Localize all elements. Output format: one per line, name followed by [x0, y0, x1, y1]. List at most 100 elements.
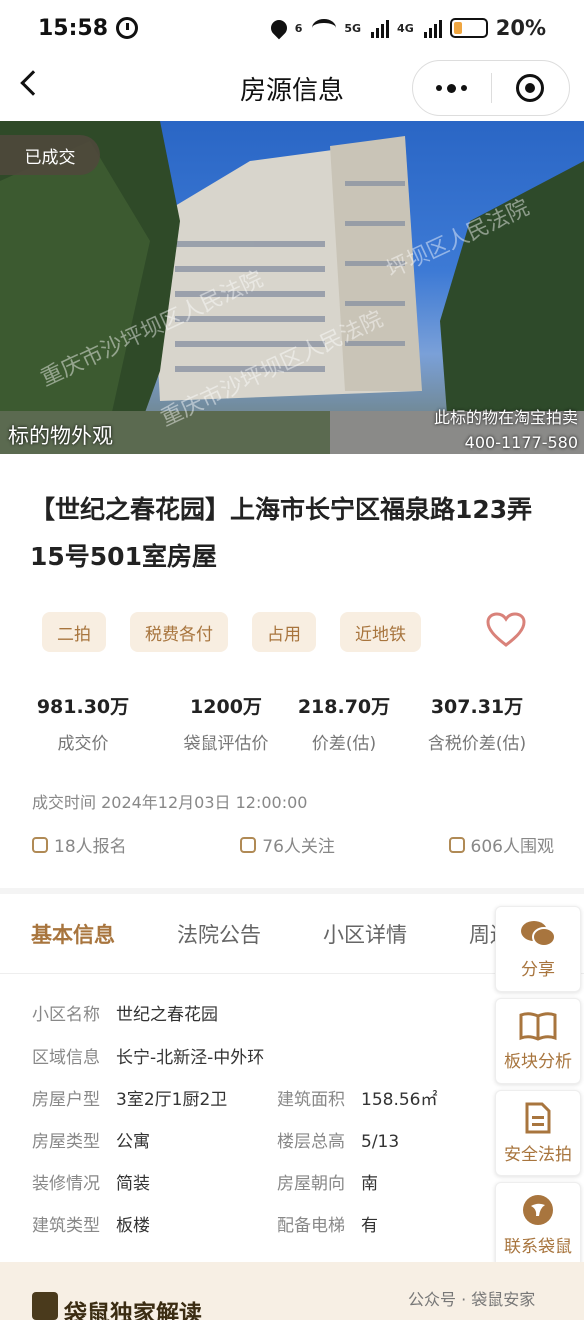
- info-label: 区域信息: [32, 1048, 100, 1068]
- status-bar: 15:58 6 5G 4G 20%: [0, 0, 584, 56]
- stat-value: 307.31万: [430, 696, 524, 718]
- network-5g-label: 5G: [344, 21, 362, 35]
- info-value: 3室2厅1厨2卫: [116, 1090, 228, 1110]
- signal-icon: [371, 18, 390, 38]
- info-row: 区域信息 长宁-北新泾-中外环: [32, 1043, 264, 1068]
- info-label: 房屋朝向: [277, 1174, 345, 1194]
- photo-phone: 400-1177-580: [464, 433, 578, 452]
- location-icon: [267, 16, 291, 40]
- info-row: 房屋户型 3室2厅1厨2卫: [32, 1085, 227, 1110]
- info-row: 装修情况 简装: [32, 1169, 150, 1194]
- vr-glasses-icon: [240, 836, 257, 853]
- more-icon[interactable]: [413, 83, 491, 93]
- contact-kangaroo-button[interactable]: 联系袋鼠: [495, 1182, 581, 1268]
- photo-caption: 标的物外观: [8, 424, 113, 448]
- info-row: 小区名称 世纪之春花园: [32, 1000, 218, 1025]
- stat-tax-diff: 307.31万 含税价差(估): [402, 692, 552, 754]
- wechat-watermark: 公众号 · 袋鼠安家: [408, 1290, 536, 1309]
- stat-value: 1200万: [190, 696, 262, 718]
- wifi-badge: 6: [294, 21, 303, 35]
- info-value: 5/13: [361, 1132, 400, 1152]
- info-label: 建筑类型: [32, 1216, 100, 1236]
- tag-second-auction: 二拍: [42, 612, 106, 652]
- info-value: 板楼: [116, 1216, 150, 1236]
- stat-value: 981.30万: [36, 696, 130, 718]
- target-icon: [516, 74, 545, 102]
- info-label: 小区名称: [32, 1005, 100, 1025]
- info-row: 房屋朝向南: [277, 1169, 378, 1194]
- miniprogram-capsule: [412, 60, 570, 116]
- book-icon: [519, 1011, 557, 1041]
- watch-count-text: 606人围观: [470, 837, 554, 857]
- info-value: 长宁-北新泾-中外环: [116, 1048, 265, 1068]
- people-icon: [448, 836, 465, 853]
- contact-kangaroo-label: 联系袋鼠: [504, 1236, 572, 1257]
- property-photo[interactable]: 重庆市沙坪坝区人民法院 重庆市沙坪坝区人民法院 坪坝区人民法院 已成交 标的物外…: [0, 121, 584, 454]
- deal-time: 成交时间 2024年12月03日 12:00:00: [32, 793, 308, 812]
- kangaroo-logo-icon: [523, 1194, 553, 1225]
- stat-appraisal: 1200万 袋鼠评估价: [166, 692, 286, 754]
- stat-value: 218.70万: [297, 696, 391, 718]
- favorite-heart-icon[interactable]: [486, 612, 526, 648]
- tab-court-notice[interactable]: 法院公告: [177, 919, 261, 949]
- safe-auction-button[interactable]: 安全法拍: [495, 1090, 581, 1176]
- stat-price-diff: 218.70万 价差(估): [286, 692, 402, 754]
- nav-bar: 房源信息: [0, 56, 584, 120]
- price-stats: 981.30万 成交价 1200万 袋鼠评估价 218.70万 价差(估) 30…: [0, 692, 584, 754]
- info-value: 有: [361, 1216, 378, 1236]
- back-icon[interactable]: [20, 70, 46, 96]
- tab-basic-info[interactable]: 基本信息: [31, 919, 115, 949]
- signal-icon: [423, 18, 442, 38]
- status-time: 15:58: [38, 15, 109, 41]
- info-value: 南: [361, 1174, 378, 1194]
- photo-platform-note: 此标的物在淘宝拍卖: [433, 408, 578, 427]
- chat-bubbles-icon: [521, 920, 556, 947]
- tag-near-metro: 近地铁: [340, 612, 421, 652]
- info-label: 配备电梯: [277, 1216, 345, 1236]
- signup-count: 18人报名: [32, 832, 127, 857]
- tab-community[interactable]: 小区详情: [323, 919, 407, 949]
- wifi-icon: [312, 19, 337, 37]
- share-button[interactable]: 分享: [495, 906, 581, 992]
- engagement-counts: 18人报名 76人关注 606人围观: [32, 832, 554, 857]
- watch-count: 606人围观: [448, 832, 554, 857]
- info-row: 房屋类型 公寓: [32, 1127, 150, 1152]
- tag-tax: 税费各付: [130, 612, 228, 652]
- network-4g-label: 4G: [397, 21, 414, 35]
- signup-count-text: 18人报名: [54, 837, 127, 857]
- stat-label: 价差(估): [311, 734, 377, 754]
- document-icon: [525, 1102, 551, 1133]
- info-label: 装修情况: [32, 1174, 100, 1194]
- info-label: 楼层总高: [277, 1132, 345, 1152]
- tag-list: 二拍 税费各付 占用 近地铁: [42, 612, 421, 652]
- info-label: 房屋类型: [32, 1132, 100, 1152]
- tag-occupied: 占用: [252, 612, 316, 652]
- info-value: 公寓: [116, 1132, 150, 1152]
- stat-label: 含税价差(估): [427, 734, 527, 754]
- info-label: 建筑面积: [277, 1090, 345, 1110]
- stat-deal-price: 981.30万 成交价: [0, 692, 166, 754]
- follow-count: 76人关注: [240, 832, 335, 857]
- battery-icon: [449, 18, 488, 38]
- stat-label: 成交价: [57, 734, 109, 754]
- info-row: 建筑类型 板楼: [32, 1211, 150, 1236]
- page-title: 房源信息: [239, 75, 344, 106]
- info-value: 世纪之春花园: [116, 1005, 218, 1025]
- hand-icon: [32, 836, 48, 853]
- share-label: 分享: [521, 959, 555, 980]
- status-icons: 6 5G 4G 20%: [267, 16, 546, 40]
- battery-level: 20%: [495, 16, 546, 40]
- sold-badge: 已成交: [0, 135, 100, 175]
- info-label: 房屋户型: [32, 1090, 100, 1110]
- info-row: 楼层总高 5/13: [277, 1127, 399, 1152]
- follow-count-text: 76人关注: [262, 837, 335, 857]
- property-title: 【世纪之春花园】上海市长宁区福泉路123弄15号501室房屋: [30, 495, 533, 571]
- safe-auction-label: 安全法拍: [504, 1144, 572, 1165]
- area-analysis-label: 板块分析: [504, 1051, 572, 1072]
- close-miniprogram-button[interactable]: [492, 74, 570, 102]
- alarm-icon: [116, 17, 139, 39]
- area-analysis-button[interactable]: 板块分析: [495, 998, 581, 1084]
- stat-label: 袋鼠评估价: [183, 734, 269, 754]
- info-row: 建筑面积 158.56㎡: [277, 1085, 437, 1110]
- info-value: 158.56㎡: [361, 1090, 438, 1110]
